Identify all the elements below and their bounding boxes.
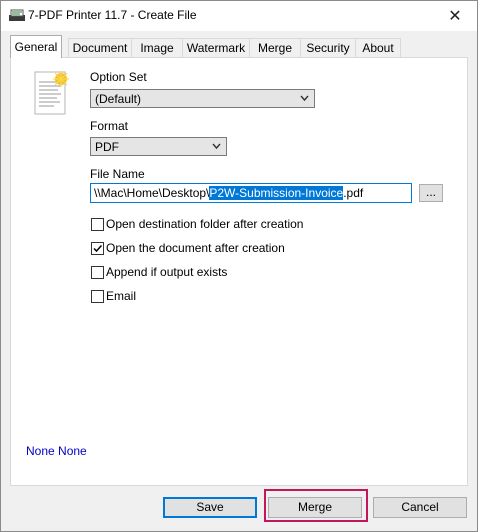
- browse-label: ...: [425, 185, 436, 199]
- format-dropdown[interactable]: PDF: [90, 137, 227, 156]
- tab-label: Security: [306, 41, 350, 55]
- document-icon: [34, 71, 69, 115]
- tab-watermark[interactable]: Watermark: [182, 38, 250, 58]
- option-set-label: Option Set: [90, 70, 147, 84]
- open-document-label: Open the document after creation: [106, 241, 285, 255]
- chevron-down-icon: [212, 143, 221, 150]
- append-checkbox[interactable]: [91, 266, 104, 279]
- tab-about[interactable]: About: [355, 38, 401, 58]
- tab-label: General: [14, 40, 58, 54]
- tab-document[interactable]: Document: [68, 38, 132, 58]
- merge-highlight-frame: [264, 489, 368, 522]
- title-bar: 7-PDF Printer 11.7 - Create File ✕: [1, 1, 477, 31]
- format-value: PDF: [95, 140, 119, 154]
- file-name-suffix: .pdf: [343, 186, 364, 200]
- format-label: Format: [90, 119, 129, 133]
- create-file-dialog: 7-PDF Printer 11.7 - Create File ✕ Gener…: [0, 0, 478, 532]
- tab-label: Watermark: [186, 41, 246, 55]
- close-icon: ✕: [448, 8, 462, 25]
- tab-label: About: [362, 41, 394, 55]
- close-button[interactable]: ✕: [433, 1, 477, 31]
- browse-button[interactable]: ...: [419, 184, 443, 202]
- general-panel: Option Set (Default) Format PDF File Nam…: [10, 57, 468, 486]
- option-set-value: (Default): [95, 92, 142, 106]
- open-folder-checkbox[interactable]: [91, 218, 104, 231]
- email-checkbox[interactable]: [91, 290, 104, 303]
- tab-image[interactable]: Image: [131, 38, 183, 58]
- option-set-dropdown[interactable]: (Default): [90, 89, 315, 108]
- save-button[interactable]: Save: [163, 497, 257, 518]
- file-name-input[interactable]: \\Mac\Home\Desktop\P2W-Submission-Invoic…: [90, 183, 412, 203]
- email-label: Email: [106, 289, 137, 303]
- checkmark-icon: [93, 244, 103, 253]
- tab-label: Document: [72, 41, 128, 55]
- status-text: None None: [26, 444, 87, 458]
- open-folder-label: Open destination folder after creation: [106, 217, 304, 231]
- save-label: Save: [196, 500, 224, 514]
- tab-label: Image: [140, 41, 174, 55]
- append-label: Append if output exists: [106, 265, 228, 279]
- chevron-down-icon: [300, 95, 309, 102]
- window-title: 7-PDF Printer 11.7 - Create File: [28, 8, 197, 22]
- printer-icon: [9, 9, 25, 21]
- open-document-checkbox[interactable]: [91, 242, 104, 255]
- tab-general[interactable]: General: [10, 35, 62, 58]
- file-name-label: File Name: [90, 167, 145, 181]
- cancel-button[interactable]: Cancel: [373, 497, 467, 518]
- tab-merge[interactable]: Merge: [249, 38, 301, 58]
- cancel-label: Cancel: [401, 500, 439, 514]
- file-name-selection: P2W-Submission-Invoice: [209, 186, 344, 200]
- tab-security[interactable]: Security: [300, 38, 356, 58]
- file-name-prefix: \\Mac\Home\Desktop\: [94, 186, 210, 200]
- tab-label: Merge: [257, 41, 292, 55]
